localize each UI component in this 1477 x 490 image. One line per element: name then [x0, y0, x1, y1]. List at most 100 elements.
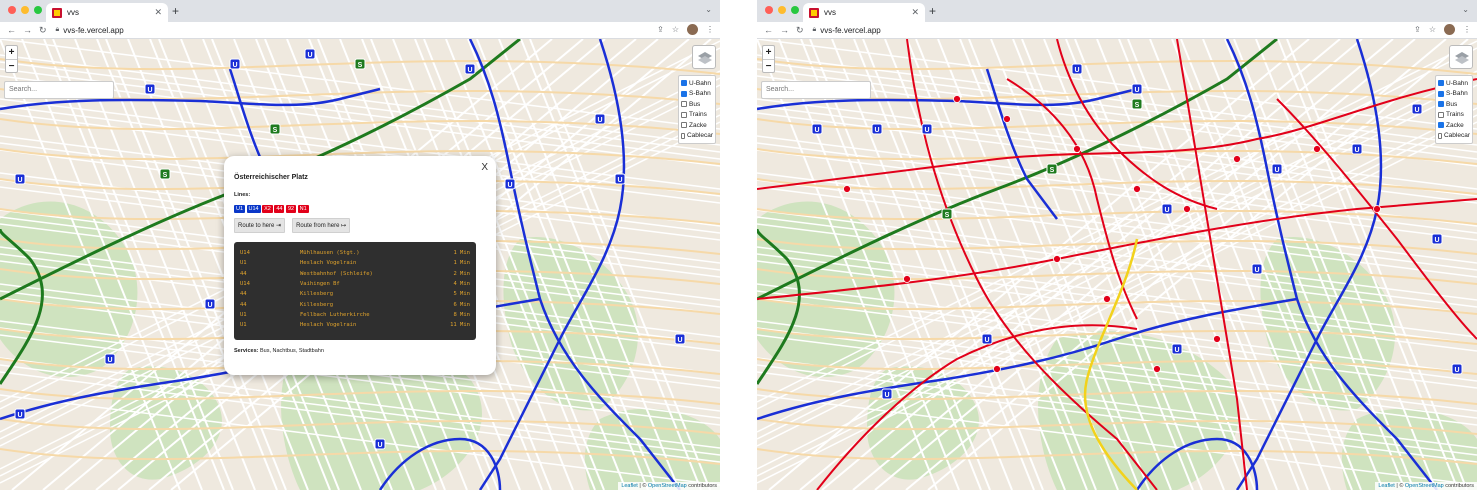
- u-bahn-station-marker[interactable]: U: [674, 333, 686, 345]
- zoom-out-button[interactable]: −: [763, 59, 774, 72]
- search-input[interactable]: Search...: [761, 81, 871, 99]
- popup-close-button[interactable]: X: [481, 162, 488, 173]
- layer-toggle-trains[interactable]: Trains: [1438, 110, 1470, 121]
- u-bahn-station-marker[interactable]: U: [14, 408, 26, 420]
- layer-checkbox[interactable]: [1438, 101, 1444, 108]
- layer-toggle-cablecar[interactable]: Cablecar: [1438, 131, 1470, 142]
- s-bahn-station-marker[interactable]: S: [354, 58, 366, 70]
- layer-toggle-zacke[interactable]: Zacke: [681, 120, 713, 131]
- s-bahn-station-marker[interactable]: S: [269, 123, 281, 135]
- u-bahn-station-marker[interactable]: U: [881, 388, 893, 400]
- search-input[interactable]: Search...: [4, 81, 114, 99]
- browser-tab[interactable]: vvs ✕: [46, 3, 168, 22]
- s-bahn-station-marker[interactable]: S: [159, 168, 171, 180]
- minimize-window-button[interactable]: [778, 6, 786, 14]
- u-bahn-station-marker[interactable]: U: [811, 123, 823, 135]
- reload-icon[interactable]: ↻: [796, 25, 804, 36]
- browser-tab[interactable]: vvs ✕: [803, 3, 925, 22]
- u-bahn-station-marker[interactable]: U: [1351, 143, 1363, 155]
- reload-icon[interactable]: ↻: [39, 25, 47, 36]
- layer-toggle-s-bahn[interactable]: S-Bahn: [1438, 89, 1470, 100]
- layer-toggle-bus[interactable]: Bus: [1438, 99, 1470, 110]
- map-view[interactable]: U U U U U U U U U U U U U U U S S S + − Search... U-Bahn S…: [757, 39, 1477, 490]
- u-bahn-station-marker[interactable]: U: [464, 63, 476, 75]
- tab-close-icon[interactable]: ✕: [911, 7, 919, 18]
- layer-checkbox[interactable]: [1438, 90, 1444, 97]
- tab-menu-chevron-icon[interactable]: ⌄: [1462, 5, 1469, 14]
- u-bahn-station-marker[interactable]: U: [304, 48, 316, 60]
- zoom-out-button[interactable]: −: [6, 59, 17, 72]
- layer-checkbox[interactable]: [681, 111, 687, 118]
- forward-arrow-icon[interactable]: →: [780, 25, 789, 35]
- u-bahn-station-marker[interactable]: U: [614, 173, 626, 185]
- share-icon[interactable]: ⇪: [1414, 25, 1421, 34]
- lock-icon[interactable]: 🔒︎: [56, 26, 60, 34]
- route-to-here-button[interactable]: Route to here ⇥: [234, 218, 286, 233]
- back-arrow-icon[interactable]: ←: [764, 25, 773, 35]
- layer-checkbox[interactable]: [1438, 111, 1444, 118]
- url-field[interactable]: vvs-fe.vercel.app: [63, 26, 123, 35]
- lock-icon[interactable]: 🔒︎: [813, 26, 817, 34]
- layer-checkbox[interactable]: [681, 122, 687, 129]
- u-bahn-station-marker[interactable]: U: [504, 178, 516, 190]
- tab-close-icon[interactable]: ✕: [154, 7, 162, 18]
- bookmark-star-icon[interactable]: ☆: [1429, 25, 1436, 34]
- map-canvas[interactable]: U U U U U U U U U U U U U U U S S S: [757, 39, 1477, 490]
- osm-link[interactable]: OpenStreetMap: [648, 483, 687, 489]
- u-bahn-station-marker[interactable]: U: [14, 173, 26, 185]
- layer-checkbox[interactable]: [681, 132, 685, 139]
- route-from-here-button[interactable]: Route from here ↦: [292, 218, 351, 233]
- u-bahn-station-marker[interactable]: U: [374, 438, 386, 450]
- layers-button[interactable]: [1449, 45, 1473, 69]
- layer-checkbox[interactable]: [681, 90, 687, 97]
- u-bahn-station-marker[interactable]: U: [144, 83, 156, 95]
- u-bahn-station-marker[interactable]: U: [1161, 203, 1173, 215]
- leaflet-link[interactable]: Leaflet: [1378, 483, 1395, 489]
- layer-checkbox[interactable]: [1438, 132, 1442, 139]
- u-bahn-station-marker[interactable]: U: [921, 123, 933, 135]
- kebab-menu-icon[interactable]: ⋮: [1463, 25, 1471, 34]
- u-bahn-station-marker[interactable]: U: [1131, 83, 1143, 95]
- layer-toggle-trains[interactable]: Trains: [681, 110, 713, 121]
- minimize-window-button[interactable]: [21, 6, 29, 14]
- s-bahn-station-marker[interactable]: S: [1131, 98, 1143, 110]
- u-bahn-station-marker[interactable]: U: [1071, 63, 1083, 75]
- back-arrow-icon[interactable]: ←: [7, 25, 16, 35]
- u-bahn-station-marker[interactable]: U: [1171, 343, 1183, 355]
- layer-toggle-zacke[interactable]: Zacke: [1438, 120, 1470, 131]
- layer-toggle-u-bahn[interactable]: U-Bahn: [681, 78, 713, 89]
- bookmark-star-icon[interactable]: ☆: [672, 25, 679, 34]
- forward-arrow-icon[interactable]: →: [23, 25, 32, 35]
- layers-button[interactable]: [692, 45, 716, 69]
- u-bahn-station-marker[interactable]: U: [1271, 163, 1283, 175]
- map-view[interactable]: U U U U U U U U U U U U U S S S + − Search... U-Bahn S-B…: [0, 39, 720, 490]
- u-bahn-station-marker[interactable]: U: [204, 298, 216, 310]
- layer-toggle-bus[interactable]: Bus: [681, 99, 713, 110]
- s-bahn-station-marker[interactable]: S: [941, 208, 953, 220]
- profile-avatar[interactable]: [687, 24, 698, 35]
- zoom-in-button[interactable]: +: [763, 46, 774, 59]
- layer-checkbox[interactable]: [1438, 122, 1444, 129]
- layer-checkbox[interactable]: [681, 80, 687, 87]
- u-bahn-station-marker[interactable]: U: [1431, 233, 1443, 245]
- new-tab-icon[interactable]: +: [929, 4, 936, 18]
- u-bahn-station-marker[interactable]: U: [104, 353, 116, 365]
- zoom-in-button[interactable]: +: [6, 46, 17, 59]
- maximize-window-button[interactable]: [34, 6, 42, 14]
- maximize-window-button[interactable]: [791, 6, 799, 14]
- u-bahn-station-marker[interactable]: U: [1451, 363, 1463, 375]
- close-window-button[interactable]: [8, 6, 16, 14]
- s-bahn-station-marker[interactable]: S: [1046, 163, 1058, 175]
- u-bahn-station-marker[interactable]: U: [229, 58, 241, 70]
- close-window-button[interactable]: [765, 6, 773, 14]
- u-bahn-station-marker[interactable]: U: [1411, 103, 1423, 115]
- leaflet-link[interactable]: Leaflet: [621, 483, 638, 489]
- kebab-menu-icon[interactable]: ⋮: [706, 25, 714, 34]
- tab-menu-chevron-icon[interactable]: ⌄: [705, 5, 712, 14]
- profile-avatar[interactable]: [1444, 24, 1455, 35]
- layer-toggle-cablecar[interactable]: Cablecar: [681, 131, 713, 142]
- share-icon[interactable]: ⇪: [657, 25, 664, 34]
- u-bahn-station-marker[interactable]: U: [981, 333, 993, 345]
- u-bahn-station-marker[interactable]: U: [871, 123, 883, 135]
- osm-link[interactable]: OpenStreetMap: [1405, 483, 1444, 489]
